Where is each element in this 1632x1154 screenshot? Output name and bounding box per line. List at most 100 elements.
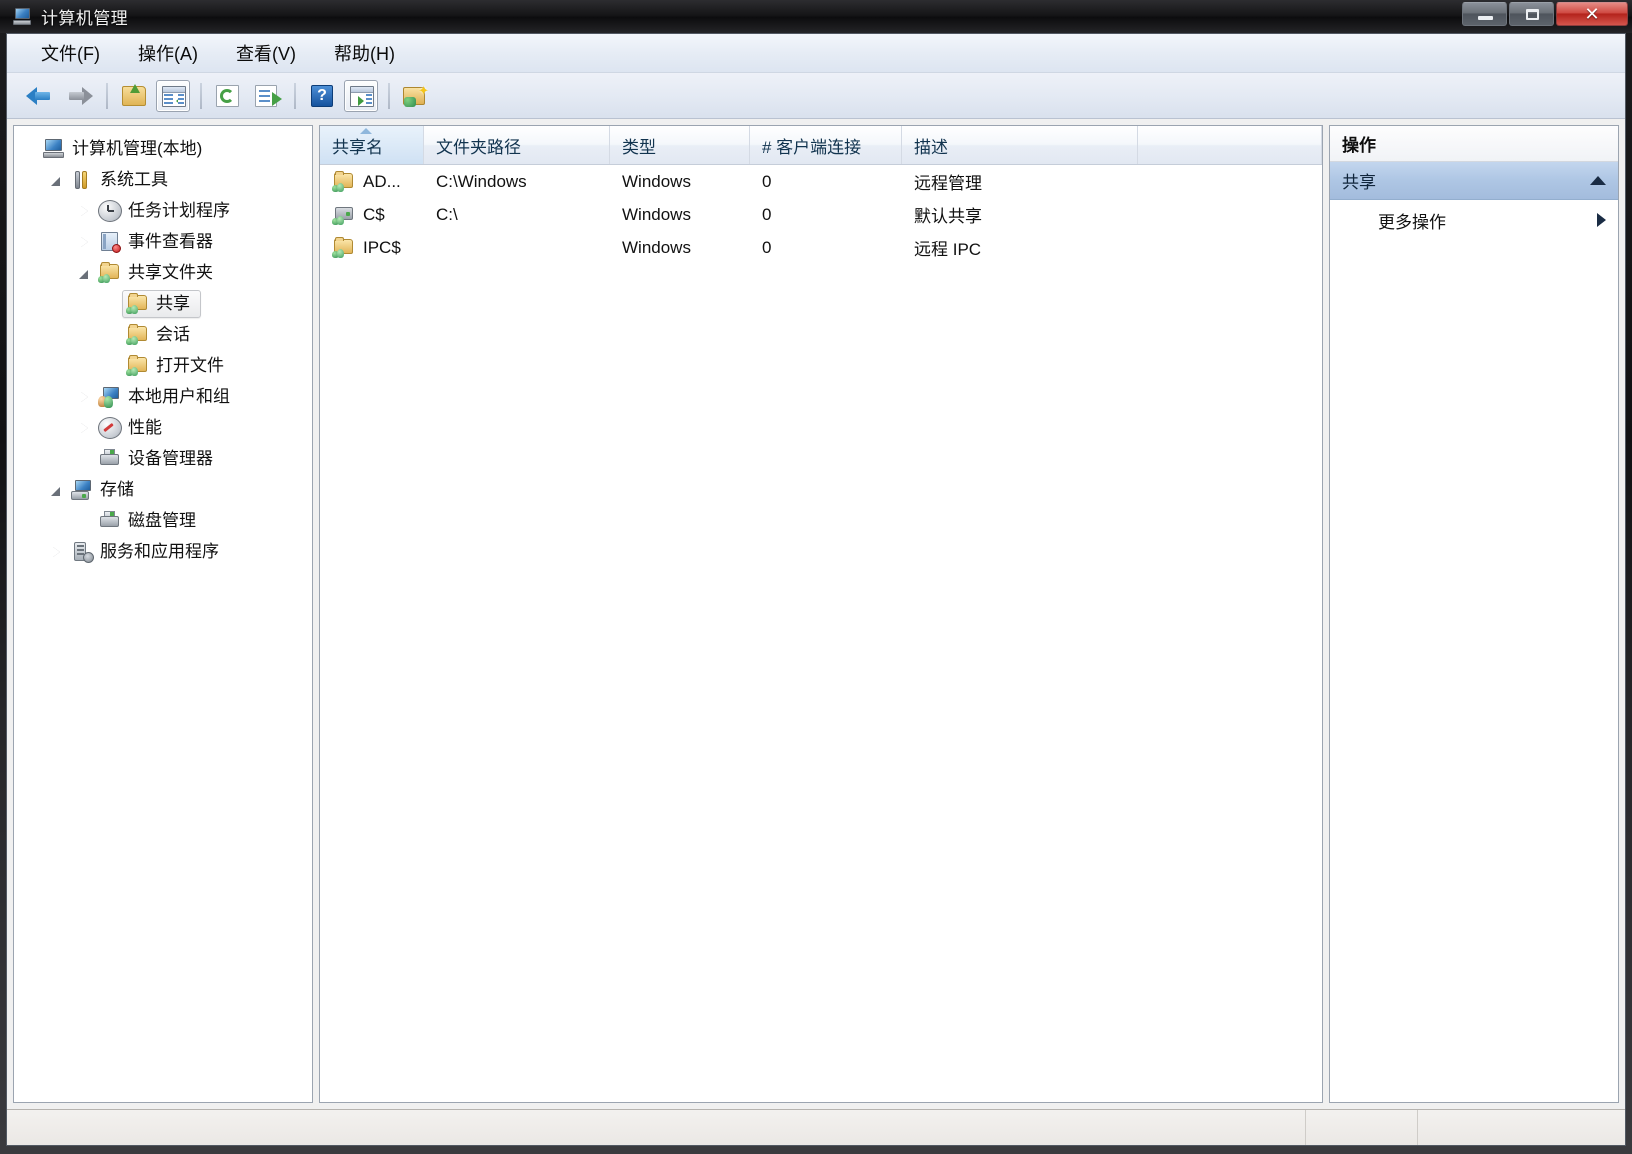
expander-closed-icon[interactable] — [76, 419, 94, 437]
cell-text: Windows — [622, 204, 691, 224]
cell-description: 远程 IPC — [902, 235, 1138, 260]
computer-management-icon — [12, 7, 32, 27]
column-header-4[interactable]: 描述 — [902, 126, 1138, 164]
expander-closed-icon[interactable] — [76, 388, 94, 406]
expander-open-icon[interactable] — [48, 481, 66, 499]
menu-action[interactable]: 操作(A) — [124, 36, 212, 70]
cell-folder_path: C:\ — [424, 205, 610, 225]
menu-view[interactable]: 查看(V) — [222, 36, 310, 70]
collapse-up-icon[interactable] — [1590, 176, 1606, 185]
tree-item-label: 任务计划程序 — [128, 201, 230, 220]
tree-item-6[interactable]: 会话 — [20, 319, 312, 350]
maximize-icon — [1526, 9, 1539, 20]
shared-folder-icon — [126, 323, 150, 346]
tree-item-label: 服务和应用程序 — [100, 542, 219, 561]
cell-text: 0 — [762, 237, 772, 257]
show-hide-tree-button[interactable] — [156, 79, 190, 112]
toolbar-separator-4 — [388, 82, 390, 109]
tree-item-0[interactable]: 计算机管理(本地) — [20, 133, 312, 164]
tree-item-1[interactable]: 系统工具 — [20, 164, 312, 195]
tree-item-label: 会话 — [156, 325, 190, 344]
close-button[interactable]: ✕ — [1556, 2, 1628, 26]
shares-list-pane: 共享名 文件夹路径 类型 # 客户端连接 描述 AD... C:\Windows Windo… — [319, 125, 1323, 1103]
column-header-1[interactable]: 文件夹路径 — [424, 126, 610, 164]
console-tree-pane: 计算机管理(本地) 系统工具任务计划程序事件查看器 共享文件夹 共享会话打开文件 本地用… — [13, 125, 313, 1103]
tree-item-7[interactable]: 打开文件 — [20, 350, 312, 381]
tree-item-13[interactable]: 服务和应用程序 — [20, 536, 312, 567]
tree-item-5[interactable]: 共享 — [20, 288, 312, 319]
refresh-button[interactable] — [211, 80, 245, 112]
system-tools-icon — [70, 169, 94, 191]
show-action-pane-icon — [350, 85, 374, 107]
expander-closed-icon[interactable] — [76, 202, 94, 220]
task-scheduler-clock-icon — [98, 199, 122, 222]
maximize-button[interactable] — [1509, 2, 1554, 26]
cell-share_name: AD... — [320, 170, 424, 193]
shared-folder-icon — [126, 292, 150, 315]
device-manager-icon — [98, 448, 122, 470]
tree-item-label: 计算机管理(本地) — [72, 139, 203, 158]
cell-text: IPC$ — [363, 237, 401, 257]
tree-item-10[interactable]: 设备管理器 — [20, 443, 312, 474]
cell-text: C:\Windows — [436, 171, 527, 191]
column-header-3[interactable]: # 客户端连接 — [750, 126, 902, 164]
tree-item-12[interactable]: 磁盘管理 — [20, 505, 312, 536]
expander-closed-icon[interactable] — [48, 543, 66, 561]
help-button[interactable]: ? — [305, 80, 339, 112]
new-share-wizard-button[interactable]: ✦ — [399, 80, 433, 112]
tree-item-content: 会话 — [122, 321, 201, 349]
column-header-2[interactable]: 类型 — [610, 126, 750, 164]
tree-item-content: 存储 — [66, 476, 145, 504]
window-controls: ✕ — [1460, 2, 1628, 26]
shared-drive-icon — [332, 204, 356, 226]
tree-item-3[interactable]: 事件查看器 — [20, 226, 312, 257]
tree-item-content: 事件查看器 — [94, 228, 224, 256]
menu-help[interactable]: 帮助(H) — [320, 36, 409, 70]
tree-item-label: 系统工具 — [100, 170, 168, 189]
column-header-5[interactable] — [1138, 126, 1322, 164]
expander-closed-icon[interactable] — [76, 233, 94, 251]
action-more-actions[interactable]: 更多操作 — [1330, 200, 1618, 240]
forward-button[interactable] — [62, 80, 96, 112]
tree-item-label: 存储 — [100, 480, 134, 499]
tree-item-11[interactable]: 存储 — [20, 474, 312, 505]
minimize-button[interactable] — [1462, 2, 1507, 26]
tree-item-8[interactable]: 本地用户和组 — [20, 381, 312, 412]
expander-open-icon[interactable] — [76, 264, 94, 282]
table-row[interactable]: C$ C:\ Windows 0 默认共享 — [320, 198, 1322, 231]
show-action-pane-button[interactable] — [344, 79, 378, 112]
table-row[interactable]: AD... C:\Windows Windows 0 远程管理 — [320, 165, 1322, 198]
tree-item-content: 服务和应用程序 — [66, 538, 230, 566]
event-viewer-icon — [98, 231, 122, 253]
performance-icon — [98, 416, 122, 439]
storage-icon — [70, 479, 94, 501]
window-title: 计算机管理 — [41, 9, 128, 28]
local-users-groups-icon — [98, 386, 122, 408]
tree-item-9[interactable]: 性能 — [20, 412, 312, 443]
action-more-actions-label: 更多操作 — [1378, 212, 1446, 232]
actions-pane-title: 操作 — [1330, 126, 1618, 162]
toolbar-separator-3 — [294, 82, 296, 109]
computer-icon — [42, 138, 66, 160]
export-list-button[interactable] — [250, 80, 284, 112]
tree-item-4[interactable]: 共享文件夹 — [20, 257, 312, 288]
cell-text: 默认共享 — [914, 207, 982, 226]
actions-group-shares[interactable]: 共享 — [1330, 162, 1618, 200]
tree-item-2[interactable]: 任务计划程序 — [20, 195, 312, 226]
title-bar: 计算机管理 ✕ — [0, 0, 1632, 33]
cell-text: 远程管理 — [914, 174, 982, 193]
menu-file[interactable]: 文件(F) — [27, 36, 114, 70]
column-header-label: 文件夹路径 — [436, 137, 521, 157]
close-icon: ✕ — [1584, 4, 1600, 24]
column-header-0[interactable]: 共享名 — [320, 126, 424, 164]
shared-folder-icon — [126, 354, 150, 377]
expander-open-icon[interactable] — [48, 171, 66, 189]
show-hide-tree-icon — [162, 85, 186, 107]
tree-item-content: 磁盘管理 — [94, 507, 207, 535]
cell-text: 0 — [762, 171, 772, 191]
cell-type: Windows — [610, 205, 750, 225]
tree-item-content: 打开文件 — [122, 352, 235, 380]
back-button[interactable] — [23, 80, 57, 112]
table-row[interactable]: IPC$ Windows 0 远程 IPC — [320, 231, 1322, 264]
up-one-level-button[interactable] — [117, 80, 151, 112]
